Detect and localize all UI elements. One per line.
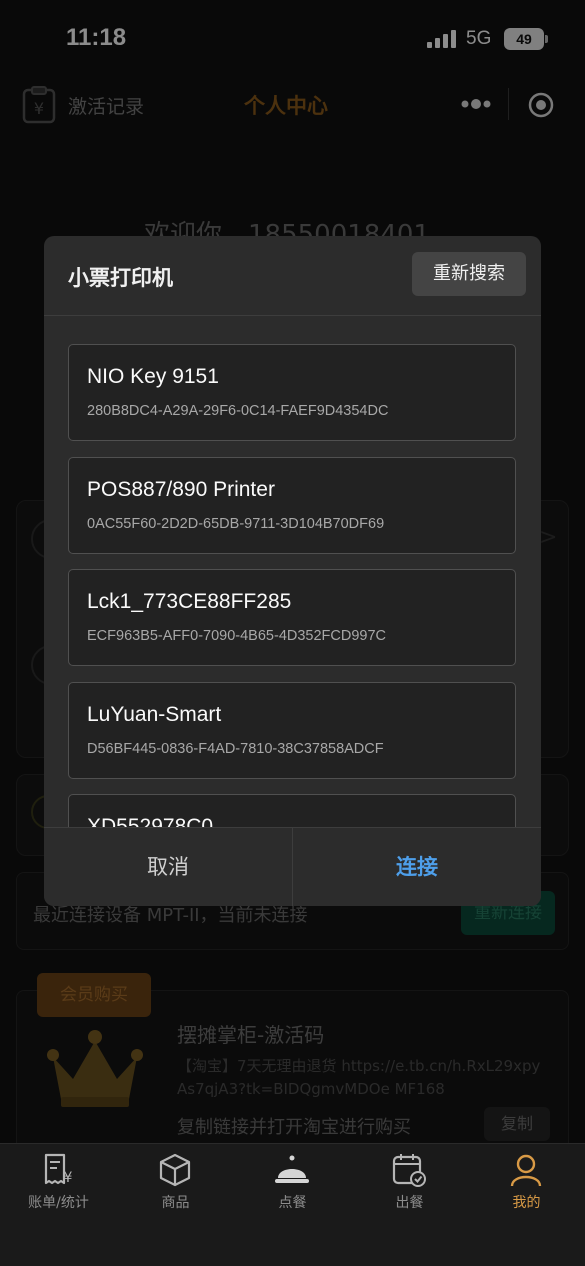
tab-bill[interactable]: ¥ 账单/统计 xyxy=(0,1144,117,1224)
tab-order[interactable]: 点餐 xyxy=(234,1144,351,1224)
tab-serve[interactable]: 出餐 xyxy=(351,1144,468,1224)
modal-title: 小票打印机 xyxy=(68,266,173,290)
tab-label: 商品 xyxy=(161,1195,190,1211)
device-name: LuYuan-Smart xyxy=(87,703,222,726)
device-item[interactable]: XD552978C0 xyxy=(68,794,516,827)
device-uuid: 280B8DC4-A29A-29F6-0C14-FAEF9D4354DC xyxy=(87,403,389,419)
svg-text:¥: ¥ xyxy=(64,1170,73,1186)
device-item[interactable]: LuYuan-Smart D56BF445-0836-F4AD-7810-38C… xyxy=(68,682,516,779)
modal-header: 小票打印机 重新搜索 xyxy=(44,236,541,316)
tab-label: 我的 xyxy=(512,1195,541,1211)
printer-modal: 小票打印机 重新搜索 NIO Key 9151 280B8DC4-A29A-29… xyxy=(44,236,541,906)
research-button[interactable]: 重新搜索 xyxy=(412,252,526,296)
calendar-check-icon xyxy=(392,1154,426,1187)
box-icon xyxy=(159,1153,191,1187)
person-icon xyxy=(510,1154,542,1187)
modal-footer: 取消 连接 xyxy=(44,827,541,906)
device-item[interactable]: Lck1_773CE88FF285 ECF963B5-AFF0-7090-4B6… xyxy=(68,569,516,666)
device-uuid: 0AC55F60-2D2D-65DB-9711-3D104B70DF69 xyxy=(87,516,385,532)
device-list[interactable]: NIO Key 9151 280B8DC4-A29A-29F6-0C14-FAE… xyxy=(44,317,541,827)
tab-bar: ¥ 账单/统计 商品 点餐 出餐 我的 xyxy=(0,1143,585,1266)
device-item[interactable]: NIO Key 9151 280B8DC4-A29A-29F6-0C14-FAE… xyxy=(68,344,516,441)
cancel-button[interactable]: 取消 xyxy=(44,828,292,906)
device-name: Lck1_773CE88FF285 xyxy=(87,590,292,613)
device-uuid: ECF963B5-AFF0-7090-4B65-4D352FCD997C xyxy=(87,628,387,644)
device-name: XD552978C0 xyxy=(87,815,214,827)
device-name: NIO Key 9151 xyxy=(87,365,219,388)
tab-label: 账单/统计 xyxy=(28,1195,89,1211)
tab-goods[interactable]: 商品 xyxy=(117,1144,234,1224)
device-name: POS887/890 Printer xyxy=(87,478,275,501)
tab-label: 出餐 xyxy=(395,1195,424,1211)
bill-icon: ¥ xyxy=(44,1153,73,1186)
device-item[interactable]: POS887/890 Printer 0AC55F60-2D2D-65DB-97… xyxy=(68,457,516,554)
cloche-icon xyxy=(275,1155,309,1183)
connect-button[interactable]: 连接 xyxy=(293,828,541,906)
tab-mine[interactable]: 我的 xyxy=(468,1144,585,1224)
device-uuid: D56BF445-0836-F4AD-7810-38C37858ADCF xyxy=(87,741,384,757)
tab-label: 点餐 xyxy=(278,1195,307,1211)
